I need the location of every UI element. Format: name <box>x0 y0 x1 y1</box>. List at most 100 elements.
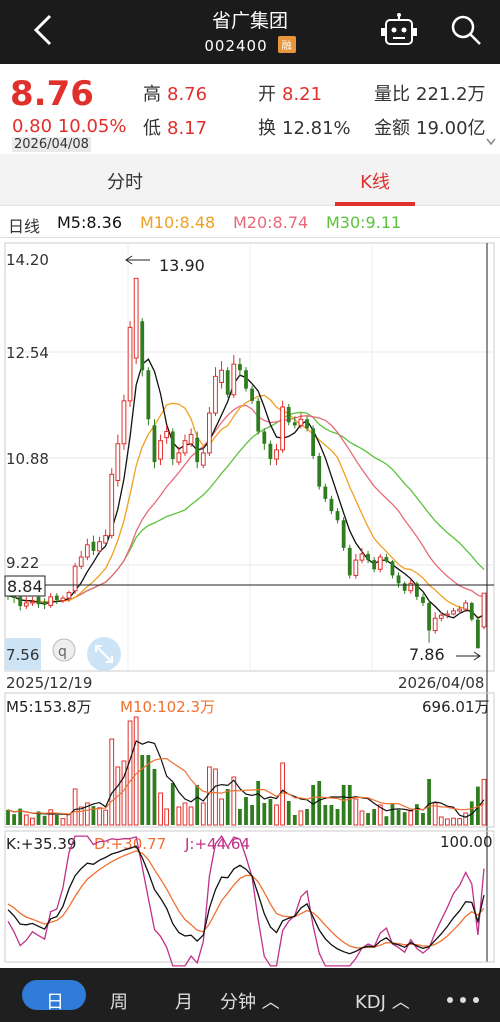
volume-bar <box>103 809 109 826</box>
kdj-j-label: J:+44.64 <box>184 835 250 853</box>
candle-body <box>457 608 462 612</box>
candle-body <box>54 595 59 600</box>
turnover-label: 换 <box>258 118 276 139</box>
period-label: 日线 <box>8 217 41 236</box>
min-price-label: 7.86 <box>409 645 445 664</box>
stock-name: 省广集团 <box>211 10 288 32</box>
volume-bar <box>127 720 133 826</box>
turnover-value: 12.81% <box>282 118 351 139</box>
chart-tabs: 分时 K线 <box>0 154 500 206</box>
volume-bar <box>317 781 322 825</box>
candle-body <box>438 614 444 619</box>
volume-bar <box>323 805 328 825</box>
volume-bar <box>12 814 16 825</box>
tab-intraday[interactable]: 分时 <box>65 168 185 194</box>
volume-bar <box>109 738 115 826</box>
indicator-selector[interactable]: KDJ ︿ <box>355 988 410 1014</box>
candle-body <box>311 428 316 456</box>
ma20-value: M20:8.74 <box>233 213 309 232</box>
top-bar: 省广集团 002400 融 <box>0 0 500 64</box>
kdj-j-line <box>7 834 485 967</box>
candle-body <box>60 597 66 602</box>
volume-bar <box>427 779 431 825</box>
period-week[interactable]: 周 <box>110 988 128 1014</box>
q-icon[interactable]: q <box>52 638 76 662</box>
candle-body <box>158 440 163 460</box>
candle-body <box>140 321 145 371</box>
candle-body <box>341 520 346 548</box>
candle-body <box>280 406 286 451</box>
volume-bar <box>292 815 297 825</box>
candle-body <box>152 425 157 463</box>
margin-badge: 融 <box>277 36 296 53</box>
candle-body <box>274 449 279 460</box>
stock-chart[interactable]: 8.84 14.20 12.54 10.88 9.22 7.56 q 13.90… <box>0 238 500 968</box>
volume-bar <box>402 812 407 825</box>
tab-kline[interactable]: K线 <box>315 168 435 194</box>
candle-body <box>444 613 450 616</box>
candle-body <box>121 400 127 445</box>
chevron-down-icon[interactable] <box>486 138 496 146</box>
candle-body <box>402 583 407 591</box>
candle-body <box>377 556 383 570</box>
candle-body <box>317 455 322 487</box>
volume-bar <box>457 818 462 826</box>
volume-bar <box>195 785 200 825</box>
volume-bar <box>152 769 157 825</box>
volume-bar <box>164 808 170 826</box>
candle-body <box>78 556 84 567</box>
volratio-label: 量比 <box>374 84 410 105</box>
search-icon[interactable] <box>448 12 484 48</box>
volume-bar <box>408 810 414 826</box>
volume-bar <box>42 815 47 825</box>
volume-bar <box>78 806 84 826</box>
volume-bar <box>390 803 395 825</box>
y-tick-label: 12.54 <box>6 344 49 362</box>
candle-body <box>323 486 328 499</box>
period-month[interactable]: 月 <box>175 988 193 1014</box>
candle-body <box>213 375 218 414</box>
amount-stat: 金额 19.00亿 <box>374 114 486 140</box>
candle-body <box>182 440 188 454</box>
candle-body <box>298 418 304 426</box>
candle-body <box>384 557 389 562</box>
volume-bar <box>225 789 230 825</box>
kdj-d-label: D:+30.77 <box>94 835 166 853</box>
low-label: 低 <box>143 118 161 139</box>
low-edge-label: 7.56 <box>6 646 39 664</box>
low-stat: 低 8.17 <box>143 114 207 140</box>
candle-body <box>219 369 224 383</box>
candle-body <box>231 363 237 396</box>
max-price-label: 13.90 <box>159 256 205 275</box>
more-dots-icon[interactable] <box>446 996 480 1004</box>
high-stat: 高 8.76 <box>143 80 207 106</box>
robot-icon[interactable] <box>380 12 418 48</box>
candle-body <box>36 596 41 605</box>
candle-body <box>188 434 194 445</box>
candle-body <box>390 561 395 576</box>
volume-bar <box>341 785 346 825</box>
candle-body <box>268 443 273 460</box>
volume-bar <box>463 812 469 826</box>
high-value: 8.76 <box>167 84 208 105</box>
quote-panel: 8.76 0.80 10.05% 2026/04/08 高 8.76 低 8.17 … <box>0 64 500 154</box>
period-minute[interactable]: 分钟 ︿ <box>220 988 280 1014</box>
period-day[interactable]: 日 <box>46 988 64 1014</box>
volume-bar <box>54 815 59 825</box>
volume-bar <box>170 783 175 825</box>
volume-bar <box>262 803 267 825</box>
candle-body <box>72 565 78 592</box>
open-value: 8.21 <box>282 84 323 105</box>
change-value: 0.80 <box>12 116 53 137</box>
volume-bar <box>256 781 261 825</box>
vol-m10-label: M10:102.3万 <box>120 698 215 716</box>
candle-body <box>463 602 469 610</box>
fullscreen-icon[interactable] <box>87 637 121 671</box>
volume-bar <box>60 818 66 826</box>
volratio-stat: 量比 221.2万 <box>374 80 486 106</box>
volume-bar <box>66 813 72 826</box>
ma-lines <box>7 358 485 620</box>
volume-bar <box>158 792 163 826</box>
change-percent: 10.05% <box>57 116 127 137</box>
candle-body <box>256 400 261 432</box>
